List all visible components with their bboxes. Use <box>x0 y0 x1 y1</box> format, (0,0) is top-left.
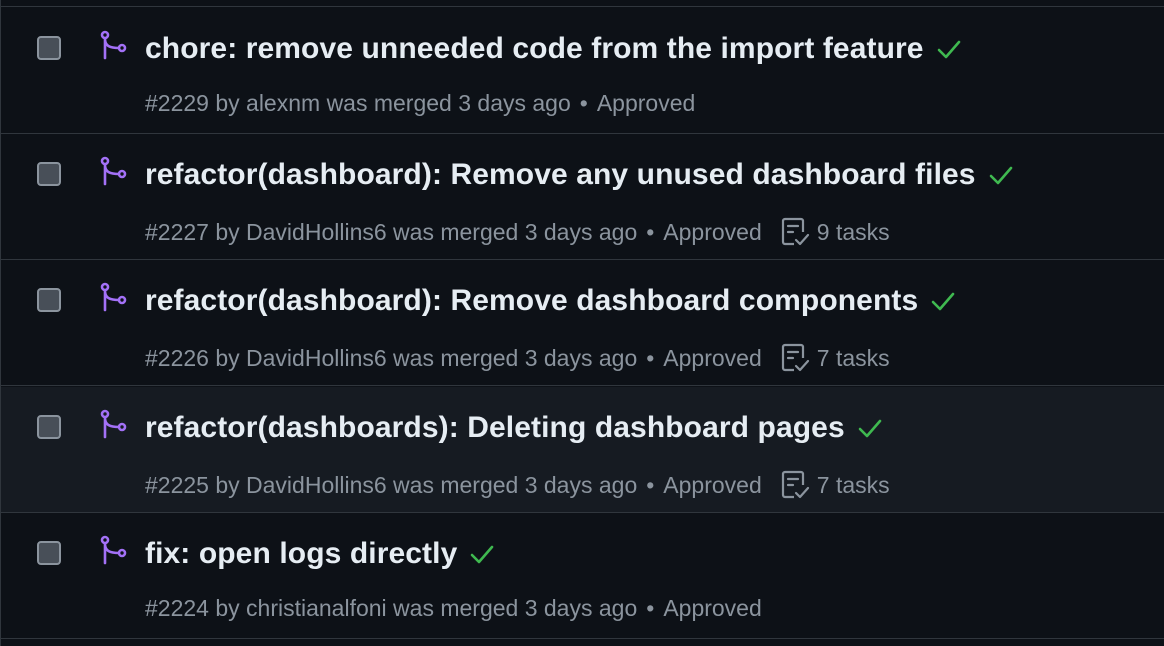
task-progress[interactable]: 7 tasks <box>780 469 890 501</box>
list-top-border <box>1 6 1164 7</box>
git-merge-icon <box>100 282 127 312</box>
review-status[interactable]: Approved <box>663 595 761 622</box>
pull-request-row: chore: remove unneeded code from the imp… <box>1 8 1164 134</box>
pull-request-title[interactable]: refactor(dashboards): Deleting dashboard… <box>145 411 845 445</box>
review-status[interactable]: Approved <box>663 472 761 499</box>
meta-separator: • <box>646 595 655 621</box>
task-progress[interactable]: 7 tasks <box>780 342 890 374</box>
review-status[interactable]: Approved <box>663 345 761 372</box>
pull-request-title[interactable]: chore: remove unneeded code from the imp… <box>145 32 924 66</box>
pull-request-meta: #2227 by DavidHollins6 was merged 3 days… <box>145 218 638 245</box>
row-select-checkbox[interactable] <box>37 415 61 439</box>
pull-request-title[interactable]: refactor(dashboard): Remove dashboard co… <box>145 284 918 318</box>
pull-request-row: refactor(dashboard): Remove any unused d… <box>1 134 1164 260</box>
pull-request-title[interactable]: fix: open logs directly <box>145 537 457 571</box>
git-merge-icon <box>100 409 127 439</box>
meta-separator: • <box>646 218 655 245</box>
check-icon[interactable] <box>988 162 1014 188</box>
check-icon[interactable] <box>857 415 883 441</box>
meta-separator: • <box>646 344 655 371</box>
pull-request-row: refactor(dashboard): Remove dashboard co… <box>1 260 1164 386</box>
check-icon[interactable] <box>930 288 956 314</box>
pull-request-row: refactor(dashboards): Deleting dashboard… <box>1 387 1164 513</box>
pull-request-meta: #2226 by DavidHollins6 was merged 3 days… <box>145 344 638 371</box>
check-icon[interactable] <box>469 541 495 567</box>
tasklist-icon <box>781 470 809 499</box>
pull-request-meta: #2229 by alexnm was merged 3 days ago <box>145 90 571 116</box>
task-progress[interactable]: 9 tasks <box>780 216 890 248</box>
pull-request-meta: #2224 by christianalfoni was merged 3 da… <box>145 595 638 621</box>
tasklist-icon <box>781 343 809 372</box>
task-count: 7 tasks <box>816 471 890 498</box>
git-merge-icon <box>100 156 127 186</box>
check-icon[interactable] <box>936 36 962 62</box>
task-count: 7 tasks <box>816 344 890 371</box>
meta-separator: • <box>646 471 655 498</box>
git-merge-icon <box>100 30 127 60</box>
row-select-checkbox[interactable] <box>37 162 61 186</box>
pull-request-meta: #2225 by DavidHollins6 was merged 3 days… <box>145 471 638 498</box>
tasklist-icon <box>781 217 809 246</box>
review-status[interactable]: Approved <box>597 90 695 117</box>
pull-request-list: chore: remove unneeded code from the imp… <box>0 0 1164 646</box>
review-status[interactable]: Approved <box>663 219 761 246</box>
row-select-checkbox[interactable] <box>37 541 61 565</box>
task-count: 9 tasks <box>816 218 890 245</box>
git-merge-icon <box>100 535 127 565</box>
row-select-checkbox[interactable] <box>37 36 61 60</box>
pull-request-row: fix: open logs directly #2224 by christi… <box>1 513 1164 639</box>
row-select-checkbox[interactable] <box>37 288 61 312</box>
meta-separator: • <box>579 90 588 116</box>
pull-request-title[interactable]: refactor(dashboard): Remove any unused d… <box>145 158 976 192</box>
